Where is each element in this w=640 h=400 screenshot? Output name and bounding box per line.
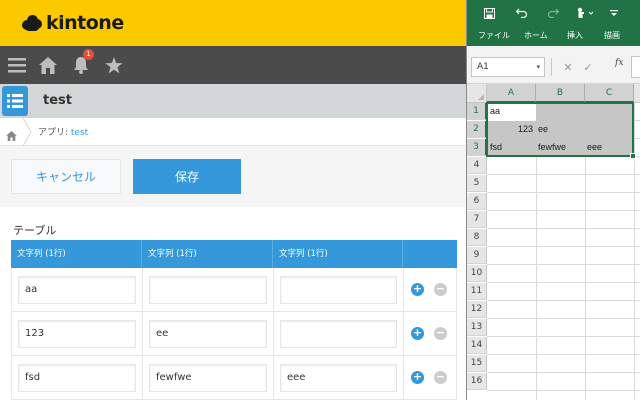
table-row: aa + − <box>11 268 457 312</box>
breadcrumb-prefix: アプリ: <box>38 128 71 138</box>
column-header: 文字列 (1行) <box>273 240 403 268</box>
app-list-icon[interactable] <box>2 86 28 116</box>
favorites-star-icon[interactable] <box>99 46 129 84</box>
touch-mode-icon[interactable] <box>573 5 599 21</box>
add-row-button[interactable]: + <box>411 283 424 296</box>
table-row: 123 ee + − <box>11 312 457 356</box>
tab-insert[interactable]: 挿入 <box>567 30 583 41</box>
row-header[interactable]: 1 <box>467 103 487 120</box>
cell-a3[interactable]: fsd <box>490 139 535 156</box>
row-header[interactable]: 14 <box>467 337 487 354</box>
text-field[interactable]: eee <box>280 364 397 392</box>
menu-icon[interactable] <box>2 46 32 84</box>
row-header[interactable]: 8 <box>467 229 487 246</box>
app-title: test <box>43 93 72 108</box>
remove-row-button[interactable]: − <box>434 327 447 340</box>
excel-ribbon: ファイル ホーム 挿入 描画 <box>467 0 640 46</box>
name-box[interactable]: A1 ▾ <box>471 57 545 77</box>
remove-row-button[interactable]: − <box>434 283 447 296</box>
tab-draw[interactable]: 描画 <box>604 30 620 41</box>
home-icon[interactable] <box>33 46 63 84</box>
row-header[interactable]: 9 <box>467 247 487 264</box>
breadcrumb-separator <box>22 117 34 147</box>
name-box-dropdown-icon[interactable]: ▾ <box>536 58 540 76</box>
row-header[interactable]: 13 <box>467 319 487 336</box>
cell-c3[interactable]: eee <box>587 139 632 156</box>
row-header[interactable]: 2 <box>467 121 487 138</box>
table-header: 文字列 (1行) 文字列 (1行) 文字列 (1行) <box>11 240 457 268</box>
row-header[interactable]: 11 <box>467 283 487 300</box>
text-field[interactable]: ee <box>149 320 267 348</box>
row-header[interactable]: 10 <box>467 265 487 282</box>
row-header[interactable]: 7 <box>467 211 487 228</box>
tab-home[interactable]: ホーム <box>524 30 548 41</box>
notification-bell-icon[interactable]: 1 <box>66 46 96 84</box>
text-field[interactable]: fewfwe <box>149 364 267 392</box>
text-field[interactable]: fsd <box>18 364 136 392</box>
column-header-d[interactable] <box>634 84 640 103</box>
column-header: 文字列 (1行) <box>142 240 273 268</box>
row-header[interactable]: 4 <box>467 157 487 174</box>
select-all-corner[interactable] <box>467 84 487 103</box>
kintone-logo[interactable]: kintone <box>22 10 124 36</box>
customize-toolbar-icon[interactable] <box>607 5 621 21</box>
column-header-c[interactable]: C <box>585 84 634 103</box>
text-field[interactable] <box>280 320 397 348</box>
text-field[interactable]: 123 <box>18 320 136 348</box>
table-label: テーブル <box>13 224 57 237</box>
notification-count-badge: 1 <box>83 49 94 60</box>
save-button[interactable]: 保存 <box>133 159 241 194</box>
excel-window: ファイル ホーム 挿入 描画 A1 ▾ ✕ ✓ fx A B C 1 2 3 4… <box>466 0 640 400</box>
cloud-logo-icon <box>22 14 42 32</box>
spreadsheet-grid[interactable]: A B C 1 2 3 4 5 6 7 8 9 10 11 12 13 14 1… <box>467 84 640 400</box>
cell-a2[interactable]: 123 <box>488 121 533 138</box>
redo-icon[interactable] <box>545 5 561 21</box>
row-header[interactable]: 16 <box>467 373 487 390</box>
column-header-a[interactable]: A <box>487 84 536 103</box>
undo-icon[interactable] <box>513 5 529 21</box>
brand-name: kintone <box>46 12 124 34</box>
cancel-entry-icon[interactable]: ✕ <box>559 58 577 76</box>
name-box-value: A1 <box>477 62 489 72</box>
insert-function-icon[interactable]: fx <box>615 58 623 68</box>
column-header-b[interactable]: B <box>536 84 585 103</box>
row-header[interactable]: 12 <box>467 301 487 318</box>
table-row: fsd fewfwe eee + − <box>11 356 457 400</box>
text-field[interactable] <box>280 276 397 304</box>
remove-row-button[interactable]: − <box>434 371 447 384</box>
add-row-button[interactable]: + <box>411 327 424 340</box>
confirm-entry-icon[interactable]: ✓ <box>579 58 597 76</box>
desktop: kintone 1 test アプリ: test キャンセル 保存 テーブル 文… <box>0 0 640 400</box>
text-field[interactable]: aa <box>18 276 136 304</box>
tab-file[interactable]: ファイル <box>478 30 510 41</box>
formula-input[interactable] <box>631 56 640 78</box>
text-field[interactable] <box>149 276 267 304</box>
cell-a1[interactable]: aa <box>490 103 535 120</box>
cancel-button[interactable]: キャンセル <box>11 159 121 194</box>
breadcrumb-app: アプリ: test <box>38 125 88 138</box>
row-header[interactable]: 5 <box>467 175 487 192</box>
formula-bar-divider <box>551 58 552 76</box>
row-header[interactable]: 15 <box>467 355 487 372</box>
cell-b2[interactable]: ee <box>538 121 583 138</box>
row-header[interactable]: 3 <box>467 139 487 156</box>
add-row-button[interactable]: + <box>411 371 424 384</box>
column-header: 文字列 (1行) <box>11 240 142 268</box>
breadcrumb-home-icon[interactable] <box>6 126 17 145</box>
save-disk-icon[interactable] <box>481 5 497 21</box>
cell-b3[interactable]: fewfwe <box>538 139 584 156</box>
breadcrumb-app-link[interactable]: test <box>71 128 88 138</box>
row-header[interactable]: 6 <box>467 193 487 210</box>
